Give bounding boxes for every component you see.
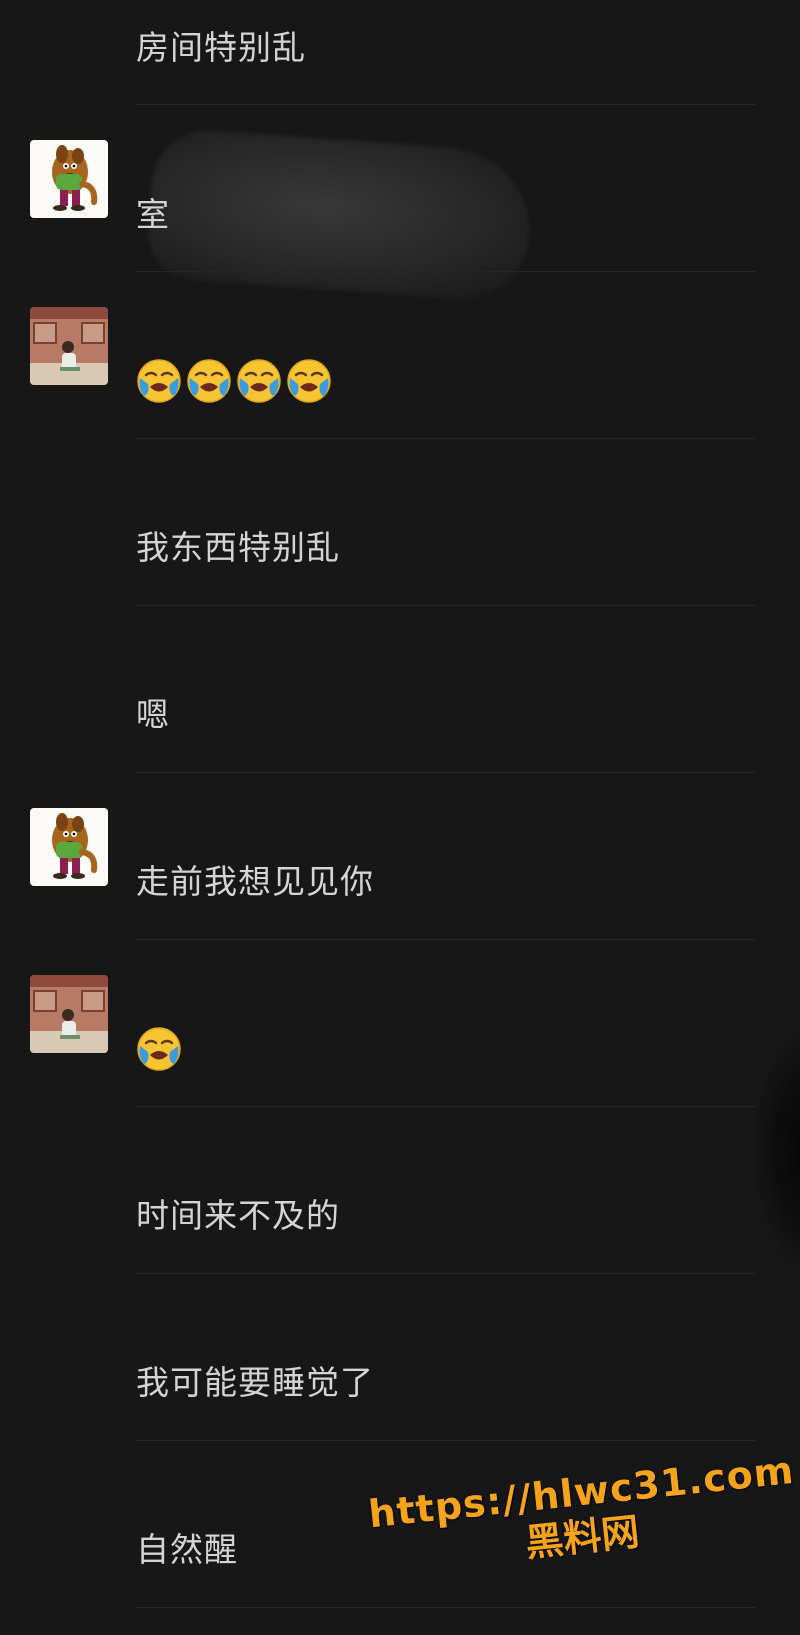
message-divider xyxy=(136,1440,756,1441)
anime-room-avatar[interactable] xyxy=(30,975,108,1053)
redaction-blur xyxy=(145,126,535,304)
loudly-crying-face-icon xyxy=(286,358,332,404)
message-text: 嗯 xyxy=(136,695,170,734)
loudly-crying-face-icon xyxy=(136,358,182,404)
chat-message-list: 房间特别乱 室 我东西特别乱 嗯 走前我想见见你 时间来不及的 我可能要睡觉了 … xyxy=(0,0,800,1635)
loudly-crying-face-icon xyxy=(186,358,232,404)
scooby-doo-avatar[interactable] xyxy=(30,808,108,886)
message-divider xyxy=(136,271,756,272)
loudly-crying-face-icon xyxy=(136,1026,182,1072)
message-text: 我可能要睡觉了 xyxy=(136,1363,374,1402)
message-divider xyxy=(136,1273,756,1274)
message-text: 我东西特别乱 xyxy=(136,528,340,567)
emoji-row xyxy=(136,358,332,404)
message-divider xyxy=(136,438,756,439)
message-divider xyxy=(136,104,756,105)
loudly-crying-face-icon xyxy=(236,358,282,404)
photo-edge-shadow xyxy=(755,1030,800,1270)
message-divider xyxy=(136,939,756,940)
message-divider xyxy=(136,1106,756,1107)
message-text: 自然醒 xyxy=(136,1530,238,1569)
emoji-row xyxy=(136,1026,182,1072)
message-divider xyxy=(136,1607,756,1608)
message-divider xyxy=(136,605,756,606)
message-text: 时间来不及的 xyxy=(136,1196,340,1235)
scooby-doo-avatar[interactable] xyxy=(30,140,108,218)
message-text: 走前我想见见你 xyxy=(136,862,374,901)
message-text: 室 xyxy=(136,195,170,234)
message-divider xyxy=(136,772,756,773)
message-text: 房间特别乱 xyxy=(136,28,306,67)
anime-room-avatar[interactable] xyxy=(30,307,108,385)
